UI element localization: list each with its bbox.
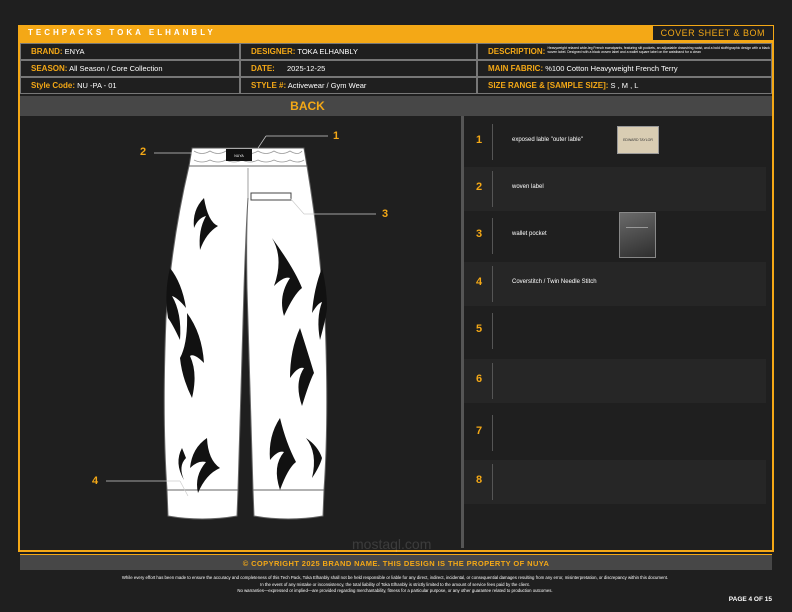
season-label: SEASON: bbox=[31, 64, 68, 73]
copyright-bar: © COPYRIGHT 2025 BRAND NAME. THIS DESIGN… bbox=[20, 554, 772, 570]
bom-num: 6 bbox=[475, 373, 483, 385]
bom-row: 3 wallet pocket bbox=[464, 212, 766, 258]
view-title-bar: BACK bbox=[20, 96, 772, 116]
watermark: mostaql.com bbox=[352, 536, 432, 552]
bom-num: 8 bbox=[475, 474, 483, 486]
bom-row: 4 Coverstitch / Twin Needle Stitch bbox=[464, 262, 766, 306]
style-label: STYLE #: bbox=[251, 81, 287, 90]
bom-num: 7 bbox=[475, 425, 483, 437]
bom-row: 6 bbox=[464, 359, 766, 403]
season-cell: SEASON: All Season / Core Collection bbox=[20, 60, 240, 77]
fabric-cell: MAIN FABRIC: %100 Cotton Heavyweight Fre… bbox=[477, 60, 772, 77]
bom-row: 2 woven label bbox=[464, 167, 766, 211]
view-title: BACK bbox=[290, 99, 325, 113]
style-value: Activewear / Gym Wear bbox=[287, 81, 367, 90]
designer-label: DESIGNER: bbox=[251, 47, 296, 56]
bom-row: 8 bbox=[464, 460, 766, 504]
disclaimer-line-1: While every effort has been made to ensu… bbox=[121, 575, 669, 580]
brand-cell: BRAND: ENYA bbox=[20, 43, 240, 60]
tech-pack-page: { "header": { "brand_title": "TECHPACKS … bbox=[0, 0, 792, 612]
pocket-photo-icon bbox=[619, 212, 656, 258]
bom-row: 7 bbox=[464, 411, 766, 455]
garment-drawing: NUYA 1 2 3 4 mostaql.com bbox=[22, 118, 460, 552]
top-bar: TECHPACKS TOKA ELHANBLY COVER SHEET & BO… bbox=[18, 25, 774, 41]
date-label: DATE: bbox=[251, 64, 275, 73]
brand-label: BRAND: bbox=[31, 47, 63, 56]
designer-value: TOKA ELHANBLY bbox=[297, 47, 358, 56]
bom-num: 5 bbox=[475, 323, 483, 335]
bom-text: exposed lable "outer lable" bbox=[512, 137, 583, 143]
callout-4: 4 bbox=[92, 475, 99, 487]
page-number: PAGE 4 OF 15 bbox=[728, 596, 772, 603]
size-cell: SIZE RANGE & [SAMPLE SIZE]: S , M , L bbox=[477, 77, 772, 94]
label-photo-text: EDWARD TAYLOR bbox=[623, 138, 653, 142]
callout-1: 1 bbox=[333, 130, 340, 142]
designer-cell: DESIGNER: TOKA ELHANBLY bbox=[240, 43, 477, 60]
description-cell: DESCRIPTION: Heavyweight relaxed wide-le… bbox=[477, 43, 772, 60]
label-photo-icon: EDWARD TAYLOR bbox=[617, 126, 659, 154]
style-cell: STYLE #: Activewear / Gym Wear bbox=[240, 77, 477, 94]
description-value: Heavyweight relaxed wide-leg French swea… bbox=[547, 46, 770, 54]
size-value: S , M , L bbox=[610, 81, 639, 90]
style-code-value: NU -PA - 01 bbox=[77, 81, 117, 90]
bom-num: 3 bbox=[475, 228, 483, 240]
sheet-title: COVER SHEET & BOM bbox=[651, 25, 774, 41]
style-code-cell: Style Code: NU -PA - 01 bbox=[20, 77, 240, 94]
bom-num: 2 bbox=[475, 181, 483, 193]
disclaimer-line-3: No warranties—expressed or implied—are p… bbox=[237, 588, 553, 593]
callout-3: 3 bbox=[382, 208, 389, 220]
bom-text: wallet pocket bbox=[512, 231, 547, 237]
fabric-label: MAIN FABRIC: bbox=[488, 64, 544, 73]
bom-text: woven label bbox=[512, 184, 544, 190]
bom-num: 1 bbox=[475, 134, 483, 146]
callout-2: 2 bbox=[140, 146, 147, 158]
fabric-value: %100 Cotton Heavyweight French Terry bbox=[545, 64, 678, 73]
bom-text: Coverstitch / Twin Needle Stitch bbox=[512, 279, 597, 285]
brand-title: TECHPACKS TOKA ELHANBLY bbox=[28, 28, 216, 37]
date-value: 2025-12-25 bbox=[286, 64, 326, 73]
disclaimer-line-2: In the event of any mistake or inconsist… bbox=[260, 582, 530, 587]
bom-row: 5 bbox=[464, 309, 766, 353]
sweatpants-back-illustration: NUYA bbox=[106, 135, 376, 520]
bom-row: 1 exposed lable "outer lable" EDWARD TAY… bbox=[464, 120, 766, 164]
description-label: DESCRIPTION: bbox=[488, 47, 546, 56]
info-grid: BRAND: ENYA DESIGNER: TOKA ELHANBLY DESC… bbox=[20, 43, 772, 95]
brand-value: ENYA bbox=[64, 47, 85, 56]
date-cell: DATE: 2025-12-25 bbox=[240, 60, 477, 77]
waist-label-text: NUYA bbox=[234, 154, 244, 158]
season-value: All Season / Core Collection bbox=[69, 64, 163, 73]
size-label: SIZE RANGE & [SAMPLE SIZE]: bbox=[488, 81, 609, 90]
bom-num: 4 bbox=[475, 276, 483, 288]
copyright-text: © COPYRIGHT 2025 BRAND NAME. THIS DESIGN… bbox=[242, 559, 550, 568]
style-code-label: Style Code: bbox=[31, 81, 76, 90]
